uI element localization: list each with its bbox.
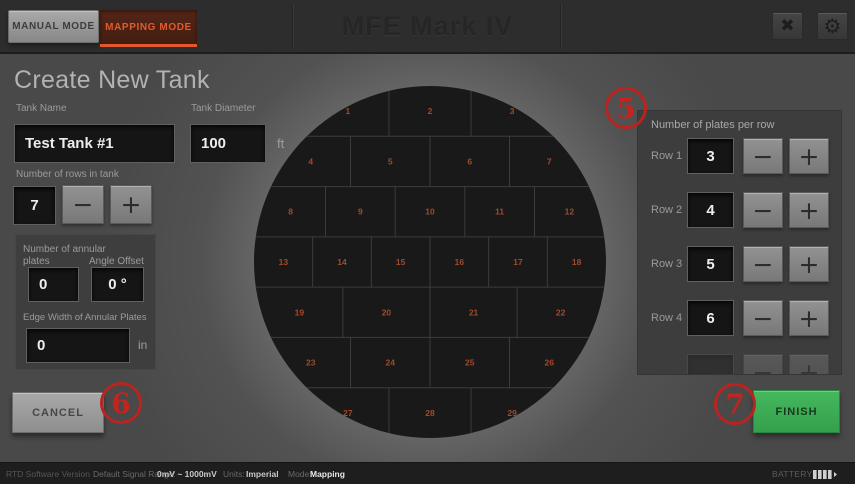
angle-offset-input[interactable] — [91, 267, 144, 302]
svg-text:23: 23 — [306, 358, 316, 368]
row-plates-input[interactable] — [687, 354, 734, 375]
tank-diameter-input[interactable] — [190, 124, 266, 163]
svg-text:1: 1 — [346, 106, 351, 116]
svg-text:21: 21 — [469, 307, 479, 317]
row-minus-button[interactable]: − — [743, 138, 783, 174]
plus-icon: + — [121, 192, 142, 217]
annular-plates-input[interactable] — [28, 267, 79, 302]
svg-text:28: 28 — [425, 408, 435, 418]
minus-icon: − — [73, 192, 94, 217]
svg-text:8: 8 — [288, 207, 293, 217]
rows-minus-button[interactable]: − — [62, 185, 104, 224]
svg-text:22: 22 — [556, 307, 566, 317]
annotation-circle-7: 7 — [714, 383, 756, 425]
plates-row: −+ — [651, 354, 833, 375]
row-plates-input[interactable] — [687, 246, 734, 282]
angle-offset-label: Angle Offset — [89, 256, 144, 268]
row-plates-input[interactable] — [687, 192, 734, 228]
tank-name-input[interactable] — [14, 124, 175, 163]
plates-panel-title: Number of plates per row — [651, 119, 775, 131]
svg-text:7: 7 — [547, 156, 552, 166]
battery-icon — [813, 469, 840, 480]
svg-text:11: 11 — [495, 207, 504, 217]
rows-in-tank-input[interactable] — [13, 186, 56, 225]
finish-button[interactable]: FINISH — [753, 390, 840, 433]
edge-width-label: Edge Width of Annular Plates — [23, 312, 147, 324]
row-plus-button[interactable]: + — [789, 192, 829, 228]
svg-text:24: 24 — [386, 358, 396, 368]
row-minus-button[interactable]: − — [743, 354, 783, 375]
units-value: Imperial — [246, 463, 279, 484]
annotation-circle-5: 5 — [605, 87, 647, 129]
gear-icon: ⚙ — [824, 16, 842, 36]
svg-text:6: 6 — [467, 156, 472, 166]
tank-name-label: Tank Name — [16, 103, 67, 115]
row-label: Row 4 — [651, 312, 687, 324]
mode-value: Mapping — [310, 463, 345, 484]
tank-diameter-unit: ft — [277, 136, 284, 151]
cancel-button[interactable]: CANCEL — [12, 392, 104, 433]
rows-plus-button[interactable]: + — [110, 185, 152, 224]
software-version-label: RTD Software Version — [6, 463, 90, 484]
plates-per-row-panel: Number of plates per row Row 1−+Row 2−+R… — [637, 110, 842, 375]
svg-text:19: 19 — [295, 307, 305, 317]
plates-row: Row 1 −+ — [651, 138, 833, 174]
svg-text:18: 18 — [572, 257, 582, 267]
svg-text:13: 13 — [279, 257, 289, 267]
plates-row: Row 3 −+ — [651, 246, 833, 282]
annotation-circle-6: 6 — [100, 382, 142, 424]
header-bar: MANUAL MODE MAPPING MODE MFE Mark IV ✖ ⚙ — [0, 0, 855, 54]
svg-text:9: 9 — [358, 207, 363, 217]
row-label: Row 1 — [651, 150, 687, 162]
row-minus-button[interactable]: − — [743, 192, 783, 228]
svg-text:27: 27 — [343, 408, 353, 418]
row-plus-button[interactable]: + — [789, 300, 829, 336]
svg-text:2: 2 — [428, 106, 433, 116]
svg-text:5: 5 — [388, 156, 393, 166]
tools-button[interactable]: ✖ — [772, 12, 803, 40]
svg-text:10: 10 — [425, 207, 435, 217]
row-plates-input[interactable] — [687, 300, 734, 336]
svg-text:14: 14 — [337, 257, 347, 267]
row-plus-button[interactable]: + — [789, 138, 829, 174]
row-plates-input[interactable] — [687, 138, 734, 174]
svg-text:29: 29 — [507, 408, 517, 418]
svg-text:12: 12 — [565, 207, 575, 217]
plates-row: Row 2 −+ — [651, 192, 833, 228]
units-label: Units: — [223, 463, 245, 484]
edge-width-input[interactable] — [26, 328, 130, 363]
svg-text:16: 16 — [455, 257, 465, 267]
plates-rows: Row 1−+Row 2−+Row 3−+Row 4−+−+ — [651, 138, 833, 375]
svg-text:3: 3 — [510, 106, 515, 116]
page-title: Create New Tank — [14, 66, 210, 95]
row-label: Row 2 — [651, 204, 687, 216]
row-minus-button[interactable]: − — [743, 246, 783, 282]
header-icon-buttons: ✖ ⚙ — [772, 12, 848, 40]
edge-width-unit: in — [138, 338, 147, 352]
mode-label: Mode: — [288, 463, 312, 484]
plates-row: Row 4 −+ — [651, 300, 833, 336]
tank-diameter-label: Tank Diameter — [191, 103, 255, 115]
app-window: MANUAL MODE MAPPING MODE MFE Mark IV ✖ ⚙… — [0, 0, 855, 484]
battery-label: BATTERY: — [772, 463, 815, 484]
tools-icon: ✖ — [780, 18, 794, 35]
settings-button[interactable]: ⚙ — [817, 12, 848, 40]
svg-text:25: 25 — [465, 358, 475, 368]
status-bar: RTD Software Version Default Signal Rang… — [0, 462, 855, 484]
svg-text:15: 15 — [396, 257, 406, 267]
row-plus-button[interactable]: + — [789, 354, 829, 375]
rows-in-tank-label: Number of rows in tank — [16, 169, 119, 181]
row-label: Row 3 — [651, 258, 687, 270]
row-plus-button[interactable]: + — [789, 246, 829, 282]
svg-text:17: 17 — [513, 257, 523, 267]
row-minus-button[interactable]: − — [743, 300, 783, 336]
app-title: MFE Mark IV — [0, 11, 855, 42]
annular-plates-panel: Number of annular plates Angle Offset Ed… — [15, 234, 156, 370]
svg-text:26: 26 — [545, 358, 555, 368]
svg-text:20: 20 — [382, 307, 392, 317]
svg-text:4: 4 — [308, 156, 313, 166]
signal-range-value: 0mV ~ 1000mV — [157, 463, 217, 484]
